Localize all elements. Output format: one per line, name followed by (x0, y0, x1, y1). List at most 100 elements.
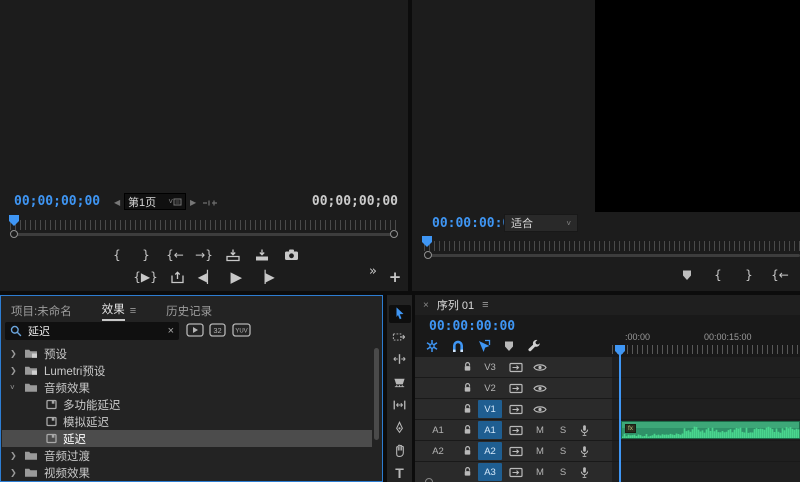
timeline-playhead-line[interactable] (619, 347, 621, 482)
mute-button[interactable]: M (532, 441, 548, 461)
voiceover-mic-icon[interactable] (576, 462, 592, 482)
program-zoom-bar[interactable] (428, 254, 800, 257)
chevron-right-icon[interactable]: ❯ (10, 349, 18, 358)
page-select[interactable]: 第1页 ˅ (124, 193, 186, 210)
effects-tree-effect[interactable]: 模拟延迟 (2, 413, 372, 430)
step-forward-button[interactable]: ▕▶ (256, 268, 274, 286)
track-lane[interactable] (612, 378, 800, 398)
voiceover-mic-icon[interactable] (576, 441, 592, 461)
track-lock-icon[interactable] (459, 420, 475, 440)
timeline-scroll-handle[interactable] (425, 478, 433, 482)
sync-lock-icon[interactable] (507, 399, 525, 419)
effects-tree-folder[interactable]: ❯视频效果 (2, 464, 372, 481)
add-marker-icon[interactable] (503, 340, 515, 352)
track-target-button[interactable]: A2 (478, 442, 502, 460)
solo-button[interactable]: S (555, 441, 571, 461)
go-to-out-button[interactable]: →} (195, 246, 213, 264)
zoom-level-select[interactable]: 适合 ˅ (504, 214, 578, 232)
track-target-button[interactable]: A1 (478, 421, 502, 439)
mute-button[interactable]: M (532, 462, 548, 482)
tab-project[interactable]: 项目:未命名 (11, 303, 72, 319)
accelerated-effects-badge[interactable] (186, 323, 204, 337)
lift-button[interactable] (169, 268, 187, 286)
hand-tool[interactable] (389, 442, 411, 460)
timeline-playhead[interactable] (615, 345, 625, 356)
track-visibility-eye-icon[interactable] (532, 399, 548, 419)
yuv-effects-badge[interactable]: YUV (232, 323, 251, 337)
overwrite-button[interactable] (253, 246, 271, 264)
source-ruler[interactable] (10, 220, 400, 230)
effects-tree-folder[interactable]: ❯预设 (2, 345, 372, 362)
panel-menu-icon[interactable]: ≡ (130, 305, 136, 317)
chevron-right-icon[interactable]: ❯ (10, 468, 18, 477)
mark-out-button[interactable]: } (137, 246, 155, 264)
effects-tree-folder[interactable]: ❯音频过渡 (2, 447, 372, 464)
more-buttons-chevron[interactable]: » (364, 262, 382, 280)
solo-button[interactable]: S (555, 420, 571, 440)
track-lane[interactable] (612, 399, 800, 419)
chevron-right-icon[interactable]: ❯ (10, 366, 18, 375)
go-to-in-button[interactable]: {← (771, 266, 789, 284)
audio-clip[interactable]: fx (621, 421, 800, 439)
track-lane[interactable] (612, 441, 800, 461)
sync-lock-icon[interactable] (507, 357, 525, 377)
effects-tree-folder[interactable]: ❯Lumetri预设 (2, 362, 372, 379)
track-lock-icon[interactable] (459, 357, 475, 377)
track-target-button[interactable]: V1 (478, 400, 502, 418)
voiceover-mic-icon[interactable] (576, 420, 592, 440)
track-visibility-eye-icon[interactable] (532, 378, 548, 398)
tab-history[interactable]: 历史记录 (166, 303, 212, 319)
track-lane[interactable] (612, 462, 800, 482)
track-visibility-eye-icon[interactable] (532, 357, 548, 377)
add-marker-button[interactable] (678, 266, 696, 284)
program-zoom-handle-left[interactable] (424, 251, 432, 259)
track-target-button[interactable]: V3 (478, 358, 502, 376)
effects-tree-effect[interactable]: 多功能延迟 (2, 396, 372, 413)
track-lane[interactable]: fx (612, 420, 800, 440)
solo-button[interactable]: S (555, 462, 571, 482)
clear-search-icon[interactable]: × (168, 325, 174, 337)
program-ruler[interactable] (424, 241, 800, 251)
track-lock-icon[interactable] (459, 378, 475, 398)
mark-out-button[interactable]: } (740, 266, 758, 284)
next-page-icon[interactable]: ▶ (190, 198, 196, 207)
pen-tool[interactable] (389, 419, 411, 437)
button-editor-add[interactable]: + (386, 268, 404, 286)
source-zoom-handle-right[interactable] (390, 230, 398, 238)
track-lock-icon[interactable] (459, 399, 475, 419)
mark-in-button[interactable]: { (709, 266, 727, 284)
track-target-button[interactable]: A3 (478, 463, 502, 481)
timeline-ruler[interactable] (612, 345, 800, 354)
prev-page-icon[interactable]: ◀ (114, 198, 120, 207)
effects-tree-effect[interactable]: 延迟 (2, 430, 372, 447)
export-frame-button[interactable] (282, 246, 300, 264)
sync-lock-icon[interactable] (507, 378, 525, 398)
linked-selection-icon[interactable] (477, 339, 491, 353)
step-back-button[interactable]: ◀▏ (198, 268, 216, 286)
go-to-in-button[interactable]: {← (166, 246, 184, 264)
track-lock-icon[interactable] (459, 462, 475, 482)
selection-tool[interactable] (389, 305, 411, 323)
chevron-down-icon[interactable]: ˅ (10, 383, 18, 392)
ripple-edit-tool[interactable] (389, 351, 411, 369)
source-zoom-handle-left[interactable] (10, 230, 18, 238)
track-select-forward-tool[interactable] (389, 328, 411, 346)
panel-menu-icon[interactable]: ≡ (482, 299, 488, 311)
effects-search-field[interactable]: × (5, 322, 179, 340)
sync-lock-icon[interactable] (507, 441, 525, 461)
bit32-effects-badge[interactable]: 32 (209, 323, 226, 337)
mute-button[interactable]: M (532, 420, 548, 440)
slip-tool[interactable] (389, 396, 411, 414)
tab-sequence-01[interactable]: 序列 01 (437, 297, 474, 313)
insert-button[interactable] (224, 246, 242, 264)
sync-lock-icon[interactable] (507, 420, 525, 440)
mark-in-button[interactable]: { (108, 246, 126, 264)
play-button[interactable]: ▶ (227, 268, 245, 286)
sync-lock-icon[interactable] (507, 462, 525, 482)
page-ticks-icon[interactable] (202, 199, 218, 207)
source-zoom-bar[interactable] (14, 233, 394, 236)
track-lock-icon[interactable] (459, 441, 475, 461)
snap-magnet-icon[interactable] (451, 340, 465, 353)
timeline-settings-wrench-icon[interactable] (527, 339, 541, 353)
track-target-button[interactable]: V2 (478, 379, 502, 397)
